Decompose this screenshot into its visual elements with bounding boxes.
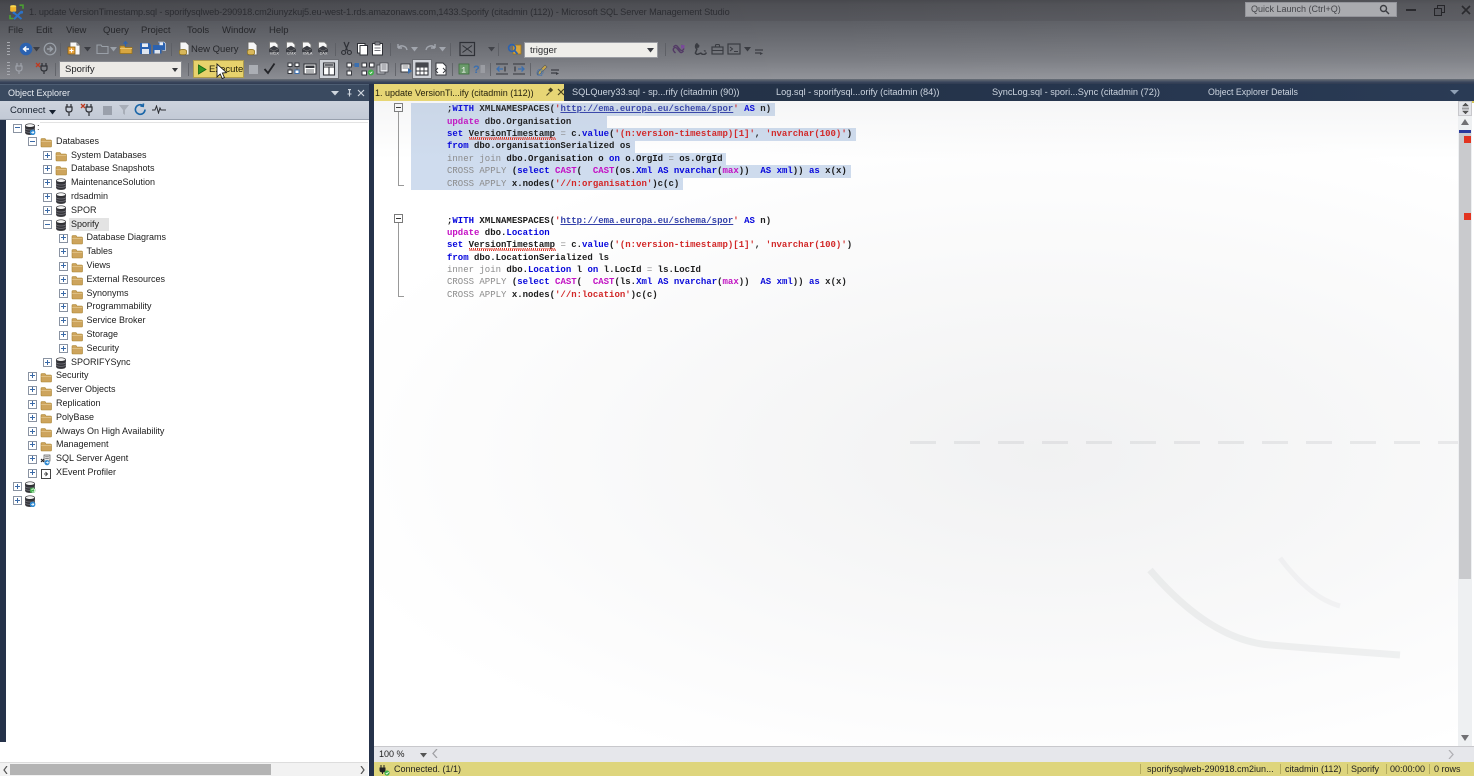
svg-text:@: @ xyxy=(536,68,544,76)
svg-text:MDX: MDX xyxy=(270,51,279,55)
svg-text:1: 1 xyxy=(461,67,466,76)
svg-text:?: ? xyxy=(473,64,480,76)
svg-text:DMX: DMX xyxy=(287,51,296,55)
svg-text:XMLA: XMLA xyxy=(303,51,313,55)
svg-text:DAX: DAX xyxy=(320,51,328,55)
